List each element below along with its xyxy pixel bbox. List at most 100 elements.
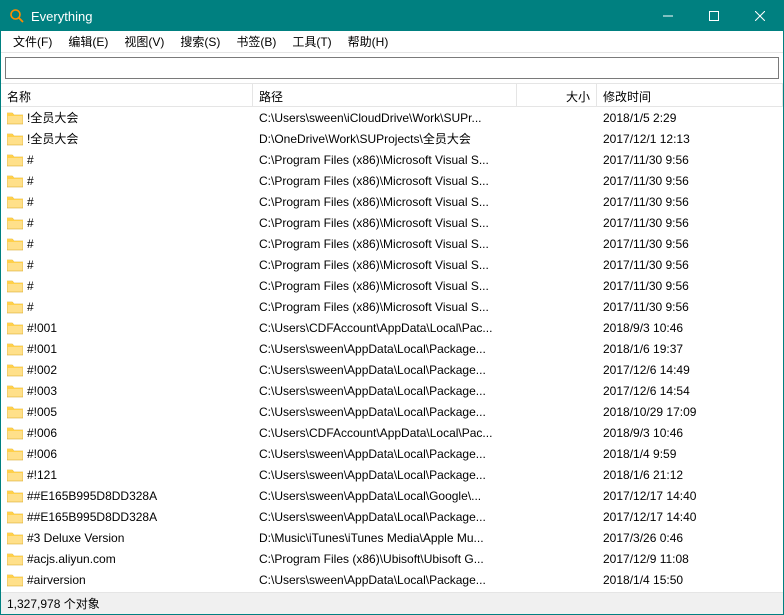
table-row[interactable]: #!001C:\Users\CDFAccount\AppData\Local\P… bbox=[1, 317, 783, 338]
column-header-date[interactable]: 修改时间 bbox=[597, 84, 783, 106]
cell-name: #!121 bbox=[1, 466, 253, 484]
cell-name: # bbox=[1, 235, 253, 253]
file-name: ##E165B995D8DD328A bbox=[27, 489, 157, 503]
cell-date: 2017/12/6 14:49 bbox=[597, 361, 783, 379]
cell-name: !全员大会 bbox=[1, 107, 253, 128]
cell-name: #!005 bbox=[1, 403, 253, 421]
menu-item[interactable]: 文件(F) bbox=[5, 31, 60, 52]
column-header-size[interactable]: 大小 bbox=[517, 84, 597, 106]
cell-path: C:\Users\sween\AppData\Local\Package... bbox=[253, 508, 517, 526]
table-row[interactable]: #C:\Program Files (x86)\Microsoft Visual… bbox=[1, 296, 783, 317]
menu-item[interactable]: 工具(T) bbox=[284, 31, 339, 52]
cell-path: C:\Users\sween\AppData\Local\Package... bbox=[253, 382, 517, 400]
table-row[interactable]: !全员大会C:\Users\sween\iCloudDrive\Work\SUP… bbox=[1, 107, 783, 128]
table-row[interactable]: #!001C:\Users\sween\AppData\Local\Packag… bbox=[1, 338, 783, 359]
cell-size bbox=[517, 473, 597, 477]
cell-size bbox=[517, 158, 597, 162]
maximize-button[interactable] bbox=[691, 1, 737, 31]
file-name: #airversion bbox=[27, 573, 86, 587]
cell-date: 2017/11/30 9:56 bbox=[597, 193, 783, 211]
cell-path: C:\Users\CDFAccount\AppData\Local\Pac... bbox=[253, 319, 517, 337]
cell-path: C:\Program Files (x86)\Ubisoft\Ubisoft G… bbox=[253, 550, 517, 568]
table-row[interactable]: #!003C:\Users\sween\AppData\Local\Packag… bbox=[1, 380, 783, 401]
menu-item[interactable]: 视图(V) bbox=[116, 31, 172, 52]
cell-size bbox=[517, 179, 597, 183]
table-row[interactable]: #!006C:\Users\CDFAccount\AppData\Local\P… bbox=[1, 422, 783, 443]
minimize-button[interactable] bbox=[645, 1, 691, 31]
titlebar: Everything bbox=[1, 1, 783, 31]
cell-name: # bbox=[1, 172, 253, 190]
menu-item[interactable]: 编辑(E) bbox=[60, 31, 116, 52]
cell-path: C:\Users\sween\iCloudDrive\Work\SUPr... bbox=[253, 109, 517, 127]
search-input[interactable] bbox=[5, 57, 779, 79]
cell-date: 2017/11/30 9:56 bbox=[597, 256, 783, 274]
file-name: #!121 bbox=[27, 468, 57, 482]
cell-date: 2018/1/6 19:37 bbox=[597, 340, 783, 358]
table-row[interactable]: ##E165B995D8DD328A C:\Users\sween\AppData… bbox=[1, 506, 783, 527]
cell-path: C:\Program Files (x86)\Microsoft Visual … bbox=[253, 277, 517, 295]
table-row[interactable]: # C:\Program Files (x86)\Microsoft Visual… bbox=[1, 170, 783, 191]
cell-date: 2017/11/30 9:56 bbox=[597, 235, 783, 253]
cell-date: 2018/9/3 10:46 bbox=[597, 424, 783, 442]
cell-name: !全员大会 bbox=[1, 128, 253, 149]
cell-date: 2018/9/3 10:46 bbox=[597, 319, 783, 337]
table-row[interactable]: #!002 C:\Users\sween\AppData\Local\Packag… bbox=[1, 359, 783, 380]
cell-size bbox=[517, 200, 597, 204]
file-name: ##E165B995D8DD328A bbox=[27, 510, 157, 524]
cell-size bbox=[517, 326, 597, 330]
cell-date: 2017/12/17 14:40 bbox=[597, 508, 783, 526]
table-row[interactable]: #C:\Program Files (x86)\Microsoft Visual… bbox=[1, 212, 783, 233]
cell-size bbox=[517, 221, 597, 225]
cell-path: C:\Users\sween\AppData\Local\Package... bbox=[253, 466, 517, 484]
cell-date: 2017/11/30 9:56 bbox=[597, 298, 783, 316]
file-name: # bbox=[27, 216, 34, 230]
menu-item[interactable]: 书签(B) bbox=[228, 31, 284, 52]
cell-path: C:\Users\sween\AppData\Local\Package... bbox=[253, 445, 517, 463]
cell-size bbox=[517, 116, 597, 120]
cell-date: 2018/1/4 9:59 bbox=[597, 445, 783, 463]
table-row[interactable]: #!005C:\Users\sween\AppData\Local\Packag… bbox=[1, 401, 783, 422]
menu-item[interactable]: 帮助(H) bbox=[340, 31, 397, 52]
cell-date: 2017/11/30 9:56 bbox=[597, 151, 783, 169]
table-row[interactable]: #!121 C:\Users\sween\AppData\Local\Packag… bbox=[1, 464, 783, 485]
cell-path: C:\Users\sween\AppData\Local\Package... bbox=[253, 361, 517, 379]
table-row[interactable]: #C:\Program Files (x86)\Microsoft Visual… bbox=[1, 254, 783, 275]
cell-name: #!006 bbox=[1, 424, 253, 442]
table-row[interactable]: #airversionC:\Users\sween\AppData\Local\… bbox=[1, 569, 783, 590]
cell-name: #!001 bbox=[1, 319, 253, 337]
file-name: #!006 bbox=[27, 447, 57, 461]
window-controls bbox=[645, 1, 783, 31]
column-header-name[interactable]: 名称 bbox=[1, 84, 253, 106]
file-name: # bbox=[27, 258, 34, 272]
cell-path: C:\Program Files (x86)\Microsoft Visual … bbox=[253, 151, 517, 169]
table-row[interactable]: !全员大会D:\OneDrive\Work\SUProjects\全员大会201… bbox=[1, 128, 783, 149]
file-name: # bbox=[27, 279, 34, 293]
cell-date: 2017/11/30 9:56 bbox=[597, 277, 783, 295]
file-name: # bbox=[27, 195, 34, 209]
cell-path: C:\Program Files (x86)\Microsoft Visual … bbox=[253, 172, 517, 190]
file-name: #3 Deluxe Version bbox=[27, 531, 124, 545]
table-row[interactable]: #C:\Program Files (x86)\Microsoft Visual… bbox=[1, 233, 783, 254]
cell-name: #acjs.aliyun.com bbox=[1, 550, 253, 568]
cell-date: 2017/12/9 11:08 bbox=[597, 550, 783, 568]
cell-name: ##E165B995D8DD328A bbox=[1, 487, 253, 505]
table-row[interactable]: #acjs.aliyun.comC:\Program Files (x86)\U… bbox=[1, 548, 783, 569]
close-button[interactable] bbox=[737, 1, 783, 31]
menu-item[interactable]: 搜索(S) bbox=[172, 31, 228, 52]
table-row[interactable]: #!006 C:\Users\sween\AppData\Local\Packag… bbox=[1, 443, 783, 464]
window-title: Everything bbox=[31, 9, 645, 24]
cell-date: 2018/10/29 17:09 bbox=[597, 403, 783, 421]
file-name: # bbox=[27, 174, 34, 188]
cell-path: D:\Music\iTunes\iTunes Media\Apple Mu... bbox=[253, 529, 517, 547]
results-list[interactable]: !全员大会C:\Users\sween\iCloudDrive\Work\SUP… bbox=[1, 107, 783, 592]
table-row[interactable]: #3 Deluxe Version D:\Music\iTunes\iTunes … bbox=[1, 527, 783, 548]
table-row[interactable]: ##E165B995D8DD328AC:\Users\sween\AppData… bbox=[1, 485, 783, 506]
column-header-path[interactable]: 路径 bbox=[253, 84, 517, 106]
table-row[interactable]: # C:\Program Files (x86)\Microsoft Visual… bbox=[1, 275, 783, 296]
table-row[interactable]: #C:\Program Files (x86)\Microsoft Visual… bbox=[1, 191, 783, 212]
file-name: #!002 bbox=[27, 363, 57, 377]
table-row[interactable]: #C:\Program Files (x86)\Microsoft Visual… bbox=[1, 149, 783, 170]
cell-size bbox=[517, 389, 597, 393]
cell-name: ##E165B995D8DD328A bbox=[1, 508, 253, 526]
cell-size bbox=[517, 515, 597, 519]
